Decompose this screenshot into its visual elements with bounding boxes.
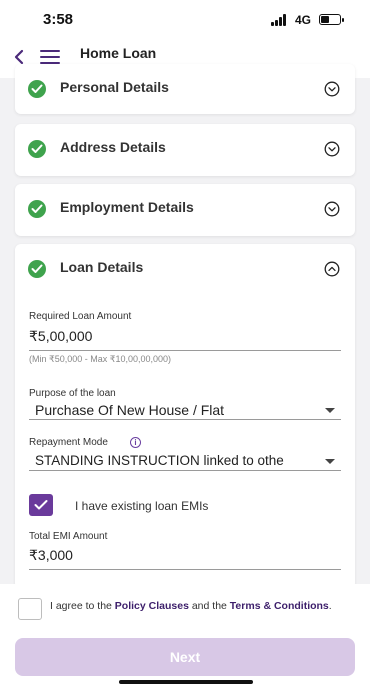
chevron-down-icon[interactable] <box>324 201 340 217</box>
dropdown-arrow-icon[interactable] <box>325 408 335 413</box>
section-title: Personal Details <box>60 79 169 95</box>
section-header[interactable]: Employment Details <box>15 184 355 234</box>
section-header[interactable]: Personal Details <box>15 64 355 114</box>
agree-terms-checkbox[interactable] <box>18 598 42 620</box>
battery-icon <box>319 14 344 25</box>
total-emi-input[interactable]: ₹3,000 <box>29 547 73 564</box>
loan-amount-underline <box>29 350 341 351</box>
status-bar: 3:58 4G <box>0 0 370 40</box>
section-header[interactable]: Address Details <box>15 124 355 174</box>
repayment-mode-label: Repayment Mode <box>29 437 108 448</box>
chevron-down-icon[interactable] <box>324 81 340 97</box>
agree-terms-text: I agree to the Policy Clauses and the Te… <box>50 600 350 613</box>
section-title: Address Details <box>60 139 166 155</box>
next-button[interactable]: Next <box>15 638 355 676</box>
policy-clauses-link[interactable]: Policy Clauses <box>115 600 189 612</box>
signal-icon <box>271 14 289 26</box>
chevron-up-icon[interactable] <box>324 261 340 277</box>
completed-check-icon <box>28 200 46 218</box>
bottom-action-bar: I agree to the Policy Clauses and the Te… <box>0 584 370 690</box>
repayment-mode-underline <box>29 470 341 471</box>
completed-check-icon <box>28 140 46 158</box>
section-address-details[interactable]: Address Details <box>15 124 355 176</box>
network-type: 4G <box>295 13 312 27</box>
chevron-down-icon[interactable] <box>324 141 340 157</box>
section-header[interactable]: Loan Details <box>15 244 355 294</box>
existing-emi-checkbox[interactable] <box>29 494 53 516</box>
section-personal-details[interactable]: Personal Details <box>15 64 355 114</box>
section-title: Employment Details <box>60 199 194 215</box>
existing-emi-label: I have existing loan EMIs <box>75 499 209 513</box>
agree-prefix-text: I agree to the <box>50 600 115 612</box>
total-emi-label: Total EMI Amount <box>29 531 108 542</box>
status-time: 3:58 <box>43 11 74 28</box>
loan-amount-input[interactable]: ₹5,00,000 <box>29 328 92 345</box>
agree-middle-text: and the <box>188 600 230 612</box>
loan-purpose-select[interactable]: Purchase Of New House / Flat <box>35 402 224 418</box>
loan-amount-label: Required Loan Amount <box>29 311 132 322</box>
loan-amount-hint: (Min ₹50,000 - Max ₹10,00,00,000) <box>29 354 172 364</box>
dropdown-arrow-icon[interactable] <box>325 459 335 464</box>
loan-purpose-underline <box>29 419 341 420</box>
section-loan-details: Loan Details Required Loan Amount ₹5,00,… <box>15 244 355 589</box>
terms-conditions-link[interactable]: Terms & Conditions <box>230 600 329 612</box>
completed-check-icon <box>28 260 46 278</box>
info-icon[interactable]: i <box>130 437 141 448</box>
home-indicator <box>119 680 253 684</box>
section-title: Loan Details <box>60 259 144 275</box>
page-title: Home Loan <box>80 45 157 61</box>
total-emi-underline <box>29 569 341 570</box>
repayment-mode-select[interactable]: STANDING INSTRUCTION linked to othe <box>35 453 284 468</box>
completed-check-icon <box>28 80 46 98</box>
agree-suffix-text: . <box>328 600 332 612</box>
loan-purpose-label: Purpose of the loan <box>29 388 116 399</box>
section-employment-details[interactable]: Employment Details <box>15 184 355 236</box>
